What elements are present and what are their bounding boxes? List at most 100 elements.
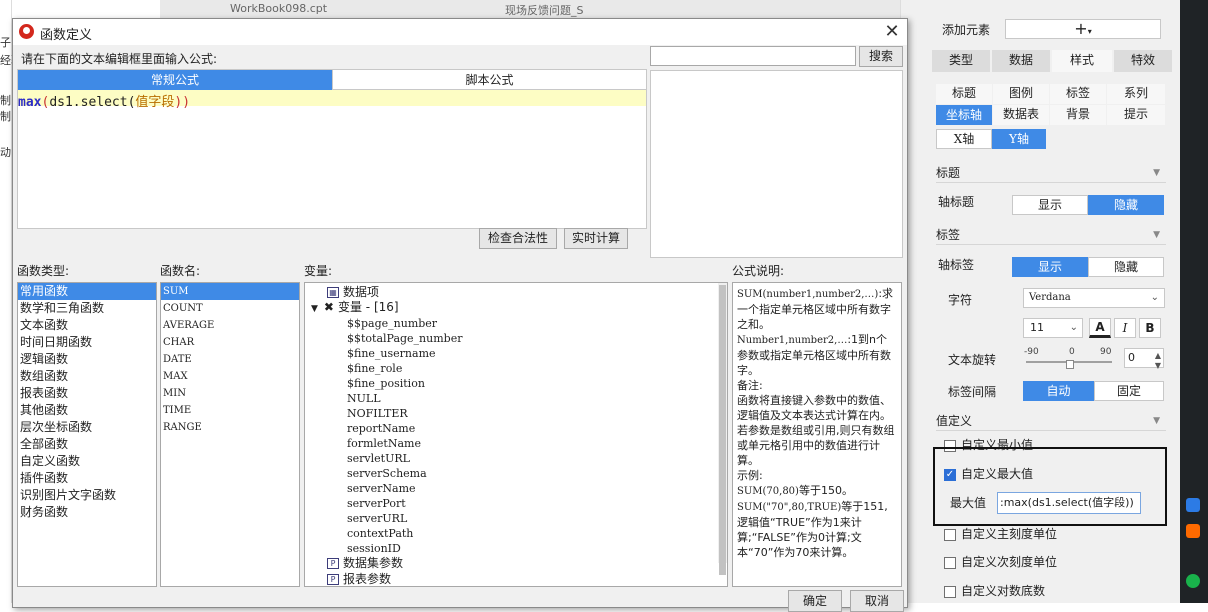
axis-label-show-button[interactable]: 显示 [1012,257,1088,277]
tree-leaf[interactable]: sessionID [347,541,401,556]
list-item[interactable]: 逻辑函数 [18,351,156,368]
taskbar-app-icon[interactable] [1186,524,1200,538]
rotate-slider-thumb[interactable] [1066,360,1074,369]
list-item[interactable]: 数学和三角函数 [18,300,156,317]
font-size-select[interactable]: 11 ⌄ [1023,318,1083,338]
formula-editor[interactable]: 常规公式 脚本公式 max(ds1.select(值字段)) [17,69,647,229]
tree-leaf[interactable]: reportName [347,421,415,436]
tree-leaf[interactable]: $fine_role [347,361,402,376]
func-name-list[interactable]: SUM COUNT AVERAGE CHAR DATE MAX MIN TIME… [160,282,300,587]
tab-effects[interactable]: 特效 [1114,50,1172,72]
expand-arrow-icon[interactable]: ▼ [311,304,318,314]
tree-leaf[interactable]: $fine_username [347,346,436,361]
cancel-button[interactable]: 取消 [850,590,904,612]
check-validity-button[interactable]: 检查合法性 [479,228,557,249]
spacing-fixed-button[interactable]: 固定 [1094,381,1164,401]
custom-max-checkbox-row[interactable]: ✓ 自定义最大值 [944,465,1033,482]
subtab-datatable[interactable]: 数据表 [993,105,1049,125]
list-item[interactable]: 插件函数 [18,470,156,487]
list-item[interactable]: MAX [161,368,299,385]
axis-label-hide-button[interactable]: 隐藏 [1088,257,1164,277]
list-item[interactable]: 全部函数 [18,436,156,453]
list-item[interactable]: COUNT [161,300,299,317]
tree-leaf[interactable]: serverName [347,481,416,496]
formula-current-line[interactable]: max(ds1.select(值字段)) [18,90,646,110]
wechat-icon[interactable] [1186,574,1200,588]
tree-leaf[interactable]: formletName [347,436,421,451]
dialog-titlebar[interactable]: 函数定义 ✕ [13,19,907,45]
section-value-definition[interactable]: 值定义 ▼ [936,411,1166,431]
tree-leaf[interactable]: servletURL [347,451,410,466]
list-item[interactable]: 常用函数 [18,283,156,300]
bg-tab[interactable]: WorkBook098.cpt [230,2,327,15]
list-item[interactable]: 时间日期函数 [18,334,156,351]
checkbox-icon[interactable] [944,528,956,541]
ok-button[interactable]: 确定 [788,590,842,612]
list-item[interactable]: RANGE [161,419,299,436]
tab-y-axis[interactable]: Y轴 [992,129,1046,149]
tree-node-variables[interactable]: ▼ ✖ 变量 - [16] [311,300,399,315]
add-element-button[interactable]: +▾ [1005,19,1161,39]
tab-x-axis[interactable]: X轴 [936,129,992,149]
formula-text[interactable]: max(ds1.select(值字段)) [18,91,190,110]
list-item[interactable]: 财务函数 [18,504,156,521]
list-item[interactable]: 层次坐标函数 [18,419,156,436]
axis-title-show-button[interactable]: 显示 [1012,195,1088,215]
search-button[interactable]: 搜索 [859,46,903,67]
subtab-background[interactable]: 背景 [1050,105,1106,125]
section-label-settings[interactable]: 标签 ▼ [936,225,1166,245]
tab-type[interactable]: 类型 [932,50,990,72]
bg-tab[interactable]: 现场反馈问题_S [505,2,583,18]
function-search-input[interactable] [650,46,856,66]
custom-major-checkbox-row[interactable]: 自定义主刻度单位 [944,525,1057,542]
checkbox-icon[interactable] [944,585,956,598]
close-icon[interactable]: ✕ [881,21,903,43]
list-item[interactable]: SUM [161,283,299,300]
tab-data[interactable]: 数据 [992,50,1050,72]
list-item[interactable]: 识别图片文字函数 [18,487,156,504]
list-item[interactable]: 报表函数 [18,385,156,402]
checkmark-icon[interactable]: ✓ [944,468,956,481]
subtab-axis[interactable]: 坐标轴 [936,105,992,125]
tree-leaf[interactable]: $$page_number [347,316,437,331]
list-item[interactable]: 其他函数 [18,402,156,419]
font-family-select[interactable]: Verdana ⌄ [1023,288,1165,308]
taskbar-app-icon[interactable] [1186,498,1200,512]
checkbox-icon[interactable] [944,556,956,569]
variable-tree[interactable]: ▦ 数据项 ▼ ✖ 变量 - [16] $$page_number $$totalPa… [304,282,728,587]
chevron-down-icon[interactable]: ▼ [1153,411,1160,431]
custom-log-checkbox-row[interactable]: 自定义对数底数 [944,582,1045,599]
axis-title-hide-button[interactable]: 隐藏 [1088,195,1164,215]
rotate-stepper[interactable]: 0 ▲ ▼ [1124,348,1164,370]
tree-leaf[interactable]: contextPath [347,526,413,541]
spacing-auto-button[interactable]: 自动 [1023,381,1094,401]
italic-button[interactable]: I [1114,318,1136,338]
tree-leaf[interactable]: NULL [347,391,381,406]
list-item[interactable]: 数组函数 [18,368,156,385]
bold-button[interactable]: B [1139,318,1161,338]
list-item[interactable]: AVERAGE [161,317,299,334]
tree-leaf[interactable]: serverURL [347,511,407,526]
list-item[interactable]: CHAR [161,334,299,351]
list-item[interactable]: 文本函数 [18,317,156,334]
variable-scroll-thumb[interactable] [719,285,726,575]
tree-node-report-params[interactable]: P 报表参数 [327,572,391,586]
subtab-series[interactable]: 系列 [1107,84,1165,104]
subtab-tooltip[interactable]: 提示 [1107,105,1165,125]
list-item[interactable]: TIME [161,402,299,419]
subtab-title[interactable]: 标题 [936,84,992,104]
tree-leaf[interactable]: $fine_position [347,376,425,391]
tree-leaf[interactable]: $$totalPage_number [347,331,462,346]
realtime-calc-button[interactable]: 实时计算 [564,228,628,249]
subtab-label[interactable]: 标签 [1050,84,1106,104]
func-type-list[interactable]: 常用函数 数学和三角函数 文本函数 时间日期函数 逻辑函数 数组函数 报表函数 … [17,282,157,587]
chevron-down-icon[interactable]: ▼ [1153,163,1160,183]
custom-minor-checkbox-row[interactable]: 自定义次刻度单位 [944,553,1057,570]
tab-script-formula[interactable]: 脚本公式 [332,70,646,90]
tab-regular-formula[interactable]: 常规公式 [18,70,332,90]
tree-leaf[interactable]: serverPort [347,496,406,511]
subtab-legend[interactable]: 图例 [993,84,1049,104]
tab-style[interactable]: 样式 [1052,50,1112,72]
tree-node-dataset-params[interactable]: P 数据集参数 [327,556,403,571]
tree-node-data-item[interactable]: ▦ 数据项 [327,285,379,300]
